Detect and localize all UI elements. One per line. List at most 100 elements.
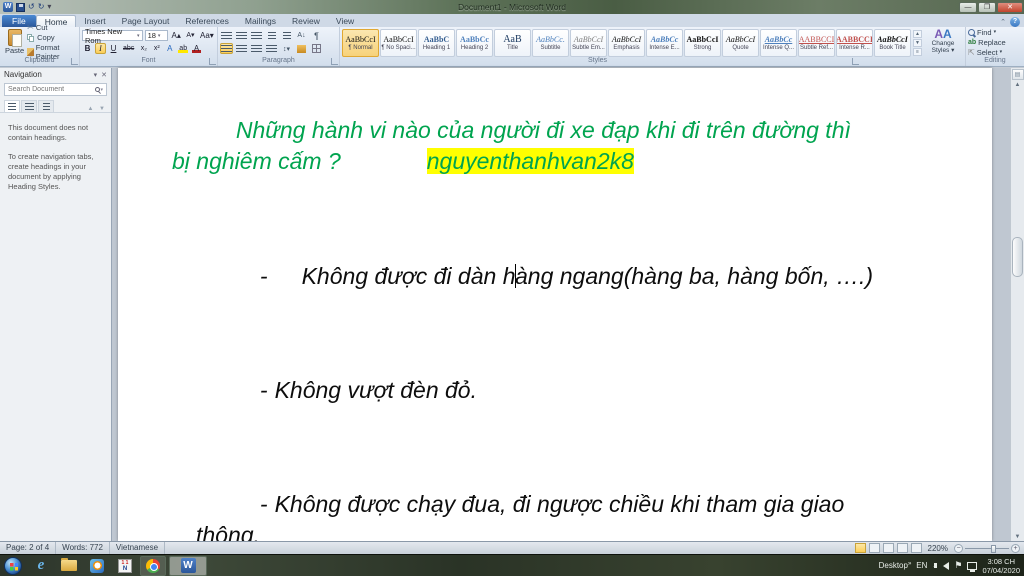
multilevel-list-button[interactable] (250, 30, 263, 41)
internet-explorer-icon[interactable]: e (28, 556, 54, 576)
underline-button[interactable]: U (108, 43, 119, 54)
search-icon[interactable] (95, 87, 101, 92)
zoom-out-icon[interactable]: − (954, 543, 963, 553)
media-player-icon[interactable] (84, 556, 110, 576)
font-name-combo[interactable]: Times New Rom ▾ (82, 27, 143, 45)
scroll-down-icon[interactable]: ▼ (1015, 533, 1021, 541)
search-box[interactable]: ▾ (4, 83, 107, 96)
style-emphasis[interactable]: AaBbCcI Emphasis (608, 29, 645, 57)
tab-view[interactable]: View (328, 15, 362, 27)
tab-references[interactable]: References (177, 15, 236, 27)
draft-view-icon[interactable] (910, 543, 922, 553)
desktop-toolbar[interactable]: Desktop» (879, 561, 912, 570)
style-intense-reference[interactable]: AABBCCI Intense R... (836, 29, 873, 57)
find-button[interactable]: Find ▾ (968, 28, 1022, 37)
strikethrough-button[interactable]: abc (121, 43, 136, 54)
zoom-level[interactable]: 220% (925, 544, 951, 553)
bold-button[interactable]: B (82, 43, 93, 54)
font-color-button[interactable]: A (191, 43, 202, 54)
nav-tab-results[interactable] (38, 100, 54, 112)
web-layout-view-icon[interactable] (882, 543, 894, 553)
decrease-indent-button[interactable] (265, 30, 278, 41)
style-no-spacing[interactable]: AaBbCcI ¶ No Spaci... (380, 29, 417, 57)
minimize-ribbon-icon[interactable]: ⌃ (1000, 18, 1006, 26)
nav-tab-headings[interactable] (4, 100, 20, 112)
scroll-up-icon[interactable]: ▲ (1015, 81, 1021, 89)
clipboard-dialog-launcher[interactable] (71, 58, 78, 65)
nav-prev-next-icons[interactable]: ▲ ▼ (87, 106, 107, 112)
shading-button[interactable] (295, 43, 308, 54)
style-normal[interactable]: AaBbCcI ¶ Normal (342, 29, 379, 57)
show-hide-button[interactable]: ¶ (310, 30, 323, 41)
action-center-flag-icon[interactable]: ⚑ (954, 560, 962, 571)
help-icon[interactable]: ? (1010, 17, 1020, 27)
print-layout-view-icon[interactable] (854, 543, 866, 553)
styles-scroll-up-icon[interactable]: ▲ (913, 30, 922, 38)
italic-button[interactable]: I (95, 43, 106, 54)
page-indicator[interactable]: Page: 2 of 4 (0, 542, 57, 554)
font-size-combo[interactable]: 18 ▾ (144, 30, 168, 41)
navigation-options-icon[interactable]: ▾ (94, 71, 98, 79)
style-book-title[interactable]: AaBbCcI Book Title (874, 29, 911, 57)
borders-button[interactable] (310, 43, 323, 54)
style-heading1[interactable]: AaBbC Heading 1 (418, 29, 455, 57)
language-bar[interactable]: EN (916, 561, 927, 570)
zoom-in-icon[interactable]: + (1011, 543, 1020, 553)
zoom-thumb[interactable] (991, 544, 996, 553)
change-styles-button[interactable]: AA Change Styles ▾ (923, 28, 963, 54)
navigation-close-icon[interactable]: ✕ (101, 71, 107, 79)
ruler-toggle-icon[interactable]: ▤ (1011, 69, 1024, 80)
style-title[interactable]: AaB Title (494, 29, 531, 57)
document-page[interactable]: Những hành vi nào của người đi xe đạp kh… (118, 68, 992, 541)
search-input[interactable] (8, 86, 96, 93)
chrome-taskbar-button[interactable] (140, 555, 166, 576)
style-heading2[interactable]: AaBbCc Heading 2 (456, 29, 493, 57)
volume-icon[interactable] (934, 561, 950, 570)
numbering-button[interactable] (235, 30, 248, 41)
outline-view-icon[interactable] (896, 543, 908, 553)
shrink-font-button[interactable]: A▾ (184, 30, 196, 41)
sort-button[interactable]: A↓ (295, 30, 308, 41)
style-quote[interactable]: AaBbCcI Quote (722, 29, 759, 57)
styles-scroll-down-icon[interactable]: ▼ (913, 39, 922, 47)
font-dialog-launcher[interactable] (209, 58, 216, 65)
increase-indent-button[interactable] (280, 30, 293, 41)
align-center-button[interactable] (235, 43, 248, 54)
start-button[interactable] (4, 556, 22, 575)
styles-dialog-launcher[interactable] (852, 58, 859, 65)
superscript-button[interactable]: x² (151, 43, 162, 54)
close-button[interactable]: ✕ (997, 1, 1023, 13)
word-taskbar-button[interactable]: W (169, 555, 207, 576)
align-left-button[interactable] (220, 43, 233, 54)
style-intense-quote[interactable]: AaBbCc Intense Q... (760, 29, 797, 57)
line-spacing-button[interactable]: ↕▾ (280, 43, 293, 54)
fullscreen-view-icon[interactable] (868, 543, 880, 553)
style-subtitle[interactable]: AaBbCc. Subtitle (532, 29, 569, 57)
style-subtle-emphasis[interactable]: AaBbCcI Subtle Em... (570, 29, 607, 57)
copy-button[interactable]: Copy (27, 33, 77, 42)
style-subtle-reference[interactable]: AABBCCI Subtle Ref... (798, 29, 835, 57)
network-icon[interactable] (967, 561, 978, 572)
align-right-button[interactable] (250, 43, 263, 54)
tab-mailings[interactable]: Mailings (237, 15, 284, 27)
bullets-button[interactable] (220, 30, 233, 41)
justify-button[interactable] (265, 43, 278, 54)
restore-button[interactable]: ❐ (978, 1, 996, 13)
tab-review[interactable]: Review (284, 15, 328, 27)
paste-button[interactable]: Paste (2, 28, 27, 56)
language-indicator[interactable]: Vietnamese (110, 542, 166, 554)
nav-tab-pages[interactable] (21, 100, 37, 112)
grow-font-button[interactable]: A▴ (170, 30, 183, 41)
text-effects-button[interactable]: A (164, 43, 175, 54)
zoom-track[interactable] (965, 544, 1009, 553)
vertical-scrollbar[interactable]: ▤ ▲ ▼ (1010, 68, 1024, 541)
replace-button[interactable]: ab Replace (968, 38, 1022, 47)
tab-page-layout[interactable]: Page Layout (114, 15, 178, 27)
scrollbar-track[interactable] (1011, 89, 1024, 533)
highlight-color-button[interactable]: ab (177, 43, 189, 54)
file-explorer-icon[interactable] (56, 556, 82, 576)
tab-insert[interactable]: Insert (76, 15, 113, 27)
style-strong[interactable]: AaBbCcI Strong (684, 29, 721, 57)
paragraph-dialog-launcher[interactable] (331, 58, 338, 65)
style-intense-emphasis[interactable]: AaBbCc Intense E... (646, 29, 683, 57)
